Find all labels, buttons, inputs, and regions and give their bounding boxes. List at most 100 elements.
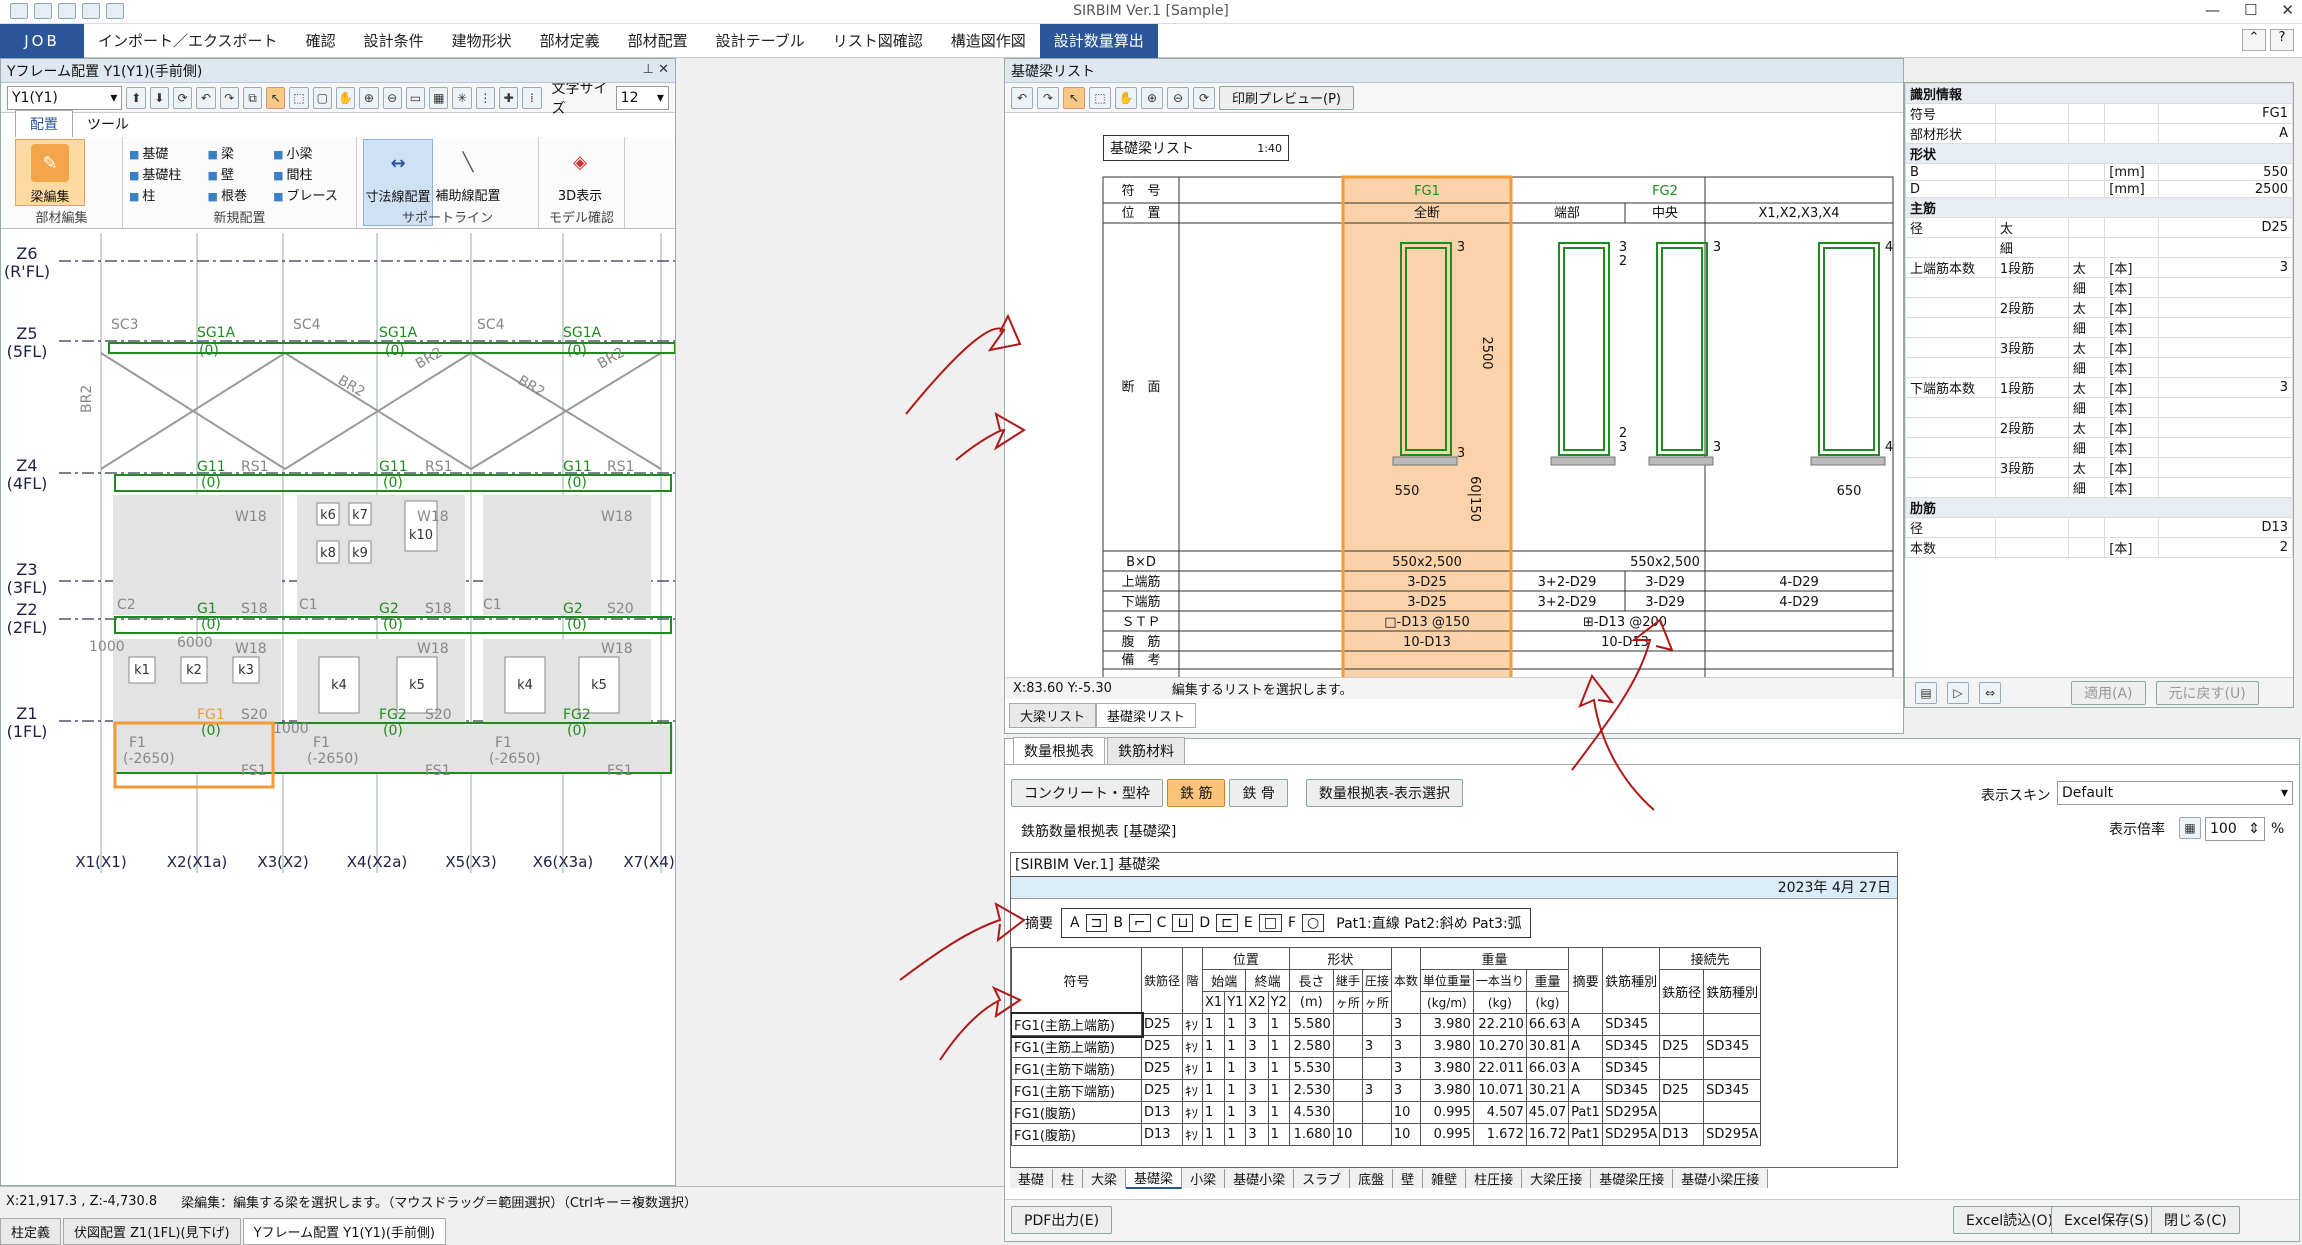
pan-icon[interactable]: ✋ [1115,86,1137,109]
table-cell[interactable]: 30.81 [1525,1035,1570,1058]
tab-foundation-beam-list[interactable]: 基礎梁リスト [1096,703,1197,728]
table-cell[interactable] [1703,1013,1762,1036]
property-value[interactable] [2158,477,2293,498]
rebar-button[interactable]: 鉄 筋 [1167,779,1226,807]
doctab-column-def[interactable]: 柱定義 [0,1218,62,1245]
subtab-tools[interactable]: ツール [73,111,143,137]
table-cell[interactable]: 1.680 [1288,1123,1334,1146]
table-cell[interactable]: SD295A [1602,1123,1661,1146]
table-cell[interactable]: SD345 [1602,1013,1661,1036]
table-cell[interactable]: 66.63 [1525,1013,1570,1036]
sheet-tab[interactable]: 壁 [1393,1168,1424,1188]
tab-building-shape[interactable]: 建物形状 [438,24,526,58]
rebar-quantity-sheet[interactable]: [SIRBIM Ver.1] 基礎梁 2023年 4月 27日 摘要 A ⊐ B ⌐… [1010,852,1898,1168]
beam-edit-button[interactable]: ✎ 梁編集 [15,139,85,206]
table-cell[interactable]: 1 [1267,1123,1290,1146]
property-value[interactable]: A [2158,123,2293,144]
sheet-tab[interactable]: 大梁 [1083,1168,1127,1188]
table-cell[interactable]: D13 [1140,1101,1184,1124]
table-cell[interactable]: SD295A [1703,1123,1762,1146]
table-cell[interactable]: 3 [1245,1013,1269,1036]
range-select-icon[interactable]: ⬚ [1089,86,1111,109]
zoom-grid-icon[interactable]: ▦ [2179,817,2201,839]
property-value[interactable] [2158,277,2293,298]
table-cell[interactable]: 3 [1245,1079,1269,1102]
new-wall-button[interactable]: 壁 [208,164,260,183]
table-cell[interactable]: A [1568,1035,1604,1058]
property-value[interactable] [2158,337,2293,358]
table-cell[interactable]: 30.21 [1525,1079,1570,1102]
property-row[interactable]: 上端筋本数 1段筋太 [本] 3 [1905,257,2293,278]
table-row[interactable]: FG1(主筋上端筋) D25 ｷｿ 1 1 3 1 2.580 3 3 3.980 10.270 30.… [1011,1035,1762,1058]
redo-icon[interactable]: ↷ [219,86,239,109]
sheet-tab[interactable]: 基礎小梁 [1225,1168,1295,1188]
table-cell[interactable]: 4.507 [1472,1101,1527,1124]
minimize-button[interactable]: — [2205,1,2220,19]
table-cell[interactable]: 3 [1245,1035,1269,1058]
table-cell[interactable]: 10.270 [1472,1035,1527,1058]
apply-button[interactable]: 適用(A) [2071,680,2146,705]
tab-structure-drawing[interactable]: 構造図作図 [937,24,1040,58]
table-cell[interactable]: D25 [1140,1035,1184,1058]
table-cell[interactable]: 5.530 [1288,1057,1334,1080]
property-value[interactable]: D25 [2158,217,2293,238]
arrow-down-icon[interactable]: ⬇ [149,86,170,109]
frame-drawing-canvas[interactable]: Z6 (R'FL) Z5 (5FL) Z4 (4FL) Z3 (3FL) Z2 … [1,233,675,1175]
table-cell[interactable]: D25 [1140,1013,1184,1036]
table-cell[interactable]: FG1(主筋上端筋) [1011,1035,1142,1058]
new-beam-button[interactable]: 梁 [208,143,260,162]
new-brace-button[interactable]: ブレース [273,185,350,204]
table-cell[interactable]: 3.980 [1419,1057,1474,1080]
prop-next-icon[interactable]: ▷ [1947,681,1969,704]
table-cell[interactable]: 1 [1224,1013,1247,1036]
select-cursor-icon[interactable]: ↖ [1063,86,1085,109]
table-cell[interactable]: D25 [1659,1079,1705,1102]
undo-icon[interactable]: ↶ [1011,86,1033,109]
table-cell[interactable] [1659,1101,1705,1124]
table-cell[interactable]: ｷｿ [1182,1035,1204,1058]
table-cell[interactable]: 10 [1390,1123,1421,1146]
property-row[interactable]: 細 [本] [1905,277,2293,298]
property-value[interactable]: 2 [2158,537,2293,558]
property-row[interactable]: D [mm] 2500 [1905,180,2293,198]
table-cell[interactable]: 1 [1224,1035,1247,1058]
zoom-in-icon[interactable]: ⊕ [1141,86,1163,109]
table-cell[interactable]: ｷｿ [1182,1101,1204,1124]
tab-quantity-calculation[interactable]: 設計数量算出 [1039,23,1158,58]
table-cell[interactable]: 1 [1202,1035,1226,1058]
table-cell[interactable]: 1 [1224,1101,1247,1124]
property-value[interactable] [2158,437,2293,458]
table-cell[interactable]: 10.071 [1472,1079,1527,1102]
arrow-up-icon[interactable]: ⬆ [126,86,146,109]
table-cell[interactable]: 2.580 [1288,1035,1334,1058]
table-cell[interactable]: 3 [1361,1079,1392,1102]
table-cell[interactable]: 1 [1202,1079,1226,1102]
property-row[interactable]: 径 D13 [1905,517,2293,538]
table-cell[interactable]: ｷｿ [1182,1079,1204,1102]
table-cell[interactable]: SD345 [1703,1079,1762,1102]
property-row[interactable]: 2段筋太 [本] [1905,297,2293,318]
new-footing-column-button[interactable]: 基礎柱 [129,164,194,183]
property-value[interactable]: 550 [2158,163,2293,181]
property-row[interactable]: 部材形状 A [1905,123,2293,144]
property-row[interactable]: 細 [本] [1905,317,2293,338]
table-cell[interactable]: 1 [1202,1101,1226,1124]
table-cell[interactable] [1361,1013,1392,1036]
table-cell[interactable] [1332,1013,1363,1036]
refresh-icon[interactable]: ⟳ [173,86,193,109]
doctab-plan[interactable]: 伏図配置 Z1(1FL)(見下げ) [63,1218,241,1245]
view-3d-button[interactable]: ◈ 3D表示 [545,139,615,205]
table-cell[interactable]: FG1(腹筋) [1011,1123,1142,1146]
table-cell[interactable]: 66.03 [1525,1057,1570,1080]
table-cell[interactable]: 1 [1267,1013,1290,1036]
table-cell[interactable]: 1 [1267,1057,1290,1080]
table-cell[interactable]: SD345 [1703,1035,1762,1058]
property-value[interactable]: 2500 [2158,180,2293,198]
pan-icon[interactable]: ✋ [335,86,356,109]
table-cell[interactable]: 45.07 [1525,1101,1570,1124]
property-value[interactable] [2158,417,2293,438]
table-cell[interactable]: FG1(主筋下端筋) [1011,1079,1142,1102]
table-cell[interactable]: SD345 [1602,1035,1661,1058]
grid-icon[interactable]: ⋮ [475,86,495,109]
table-cell[interactable]: 1 [1202,1123,1226,1146]
